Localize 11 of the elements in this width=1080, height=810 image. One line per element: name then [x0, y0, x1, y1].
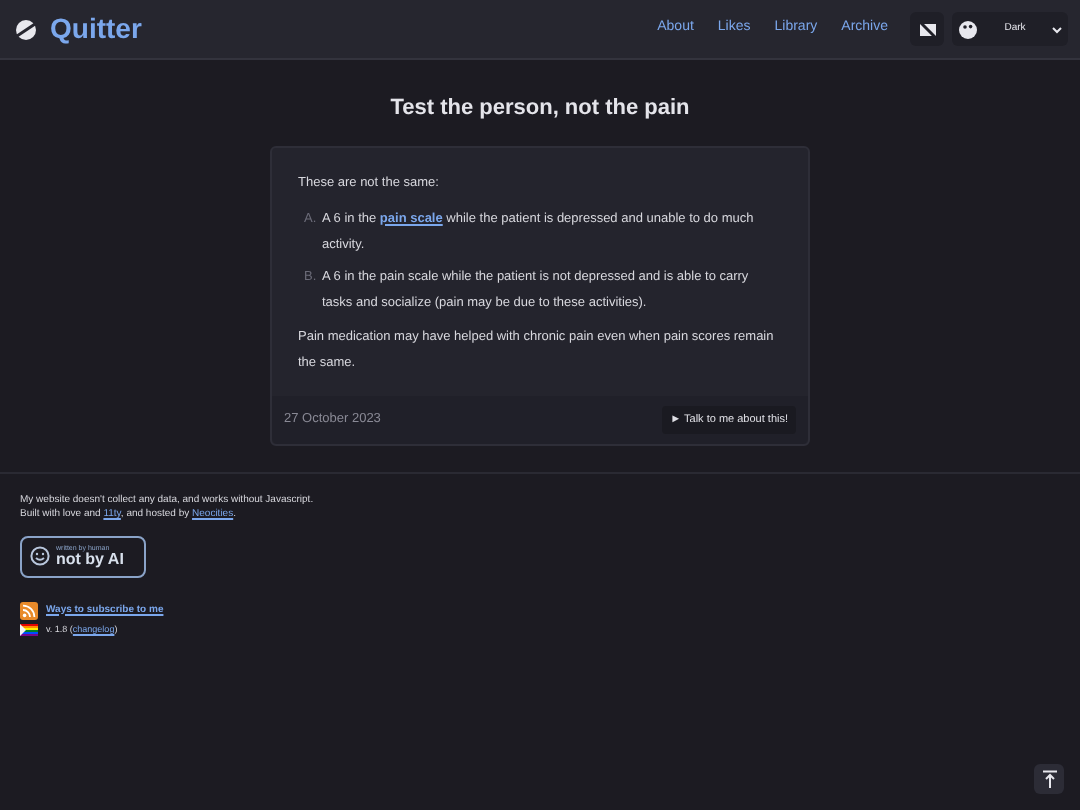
back-to-top-button[interactable] [1034, 764, 1064, 794]
smiley-icon [30, 546, 50, 567]
pride-flag-icon [20, 624, 38, 637]
site-logo[interactable]: Quitter [50, 8, 142, 50]
arrow-up-icon [1041, 770, 1057, 788]
post-title: Test the person, not the pain [388, 94, 692, 124]
chevron-down-icon [1052, 25, 1062, 33]
motion-toggle-button[interactable] [910, 12, 944, 46]
crossed-image-icon [917, 19, 937, 39]
badge-title: not by AI [56, 552, 124, 568]
rss-icon [20, 601, 38, 620]
